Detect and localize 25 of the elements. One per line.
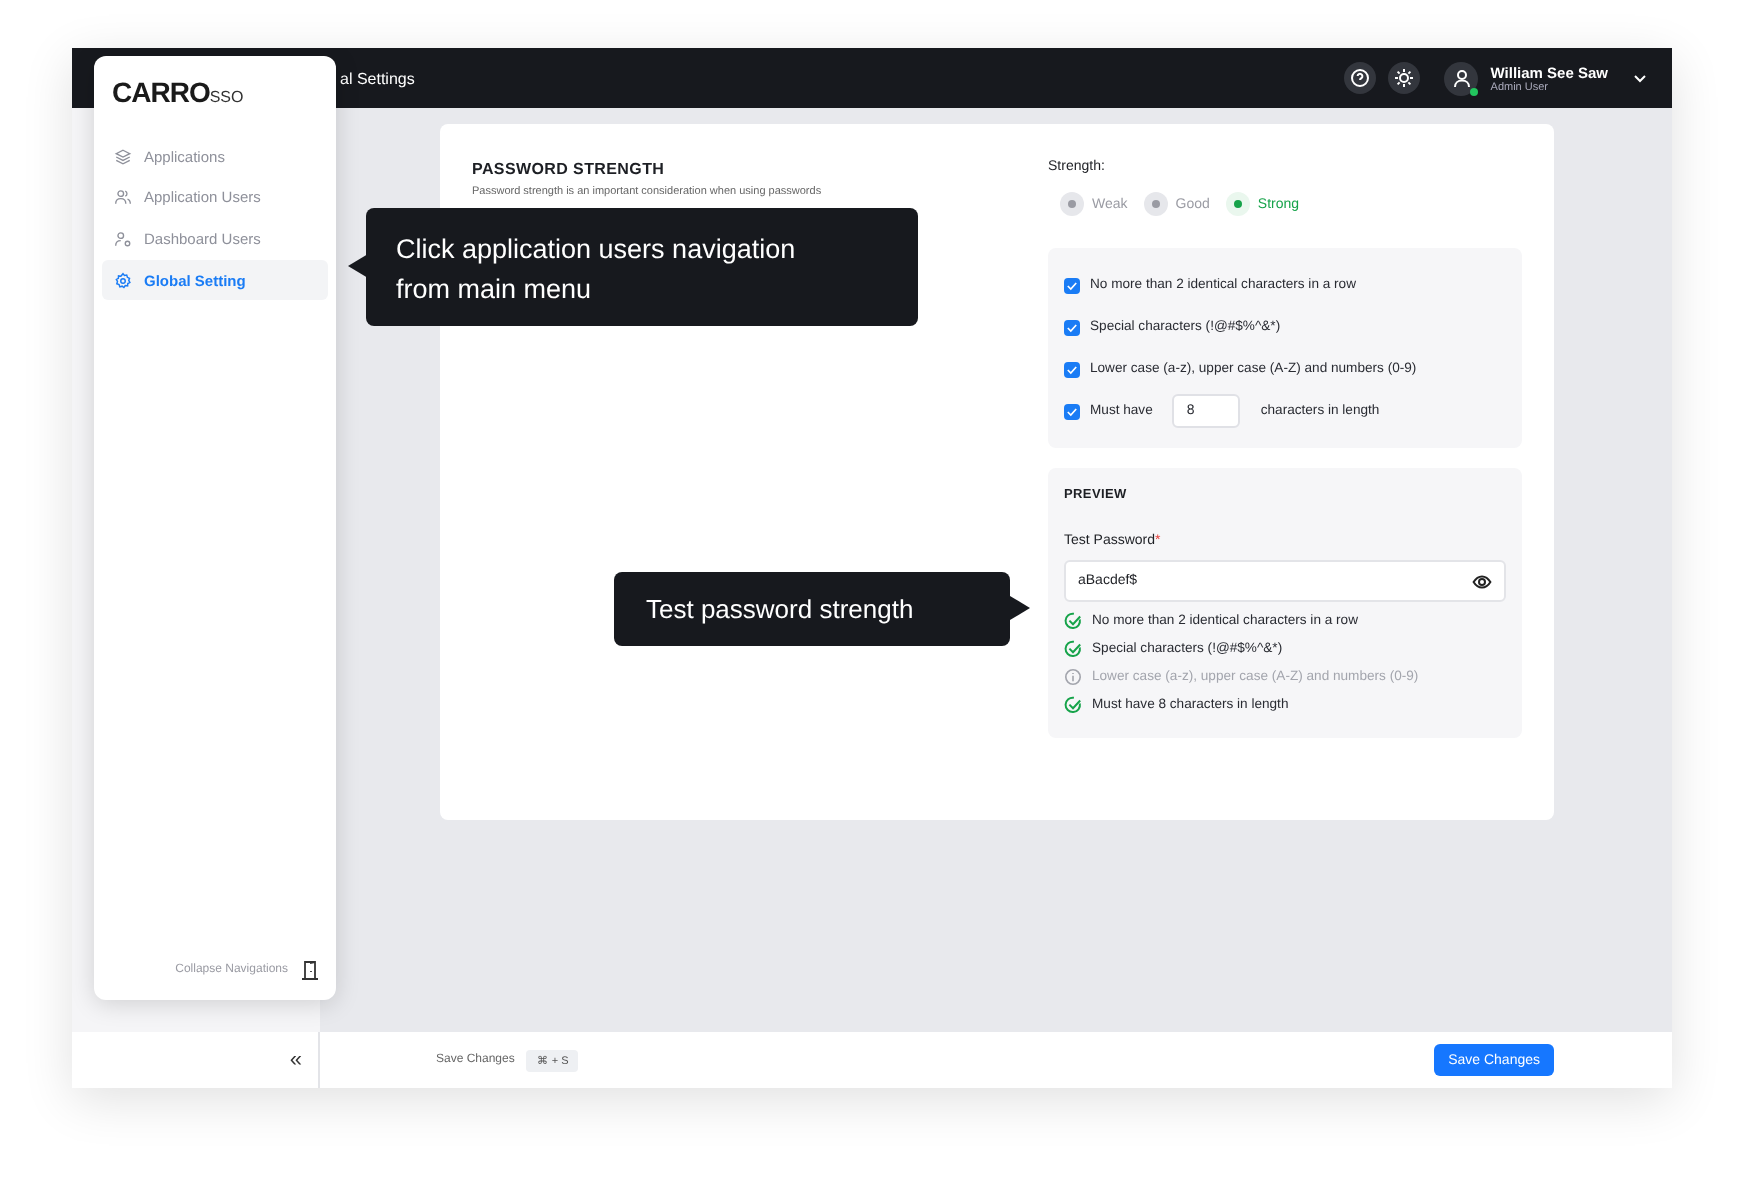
layers-icon (114, 147, 132, 165)
breadcrumb: al Settings (340, 69, 417, 87)
users-icon (114, 188, 132, 207)
eye-icon[interactable] (1472, 571, 1492, 591)
tooltip: Click application users navigation from main menu (366, 208, 918, 326)
help-button[interactable] (1344, 62, 1377, 94)
settings-icon (114, 271, 132, 290)
tooltip-pointer (348, 254, 368, 278)
checkbox[interactable] (1064, 403, 1080, 419)
avatar[interactable] (1444, 61, 1479, 95)
tooltip-pointer (1010, 596, 1030, 620)
logo: CARROSSO (112, 76, 246, 108)
user-icon (1451, 68, 1472, 88)
theme-button[interactable] (1388, 62, 1421, 94)
user-icon (114, 229, 132, 248)
door-icon[interactable] (300, 960, 320, 980)
checkbox[interactable] (1064, 277, 1080, 293)
tooltip: Test password strength (614, 572, 1010, 646)
checkbox[interactable] (1064, 319, 1080, 335)
checkbox[interactable] (1064, 361, 1080, 377)
help-icon (1350, 68, 1371, 88)
collapse-button[interactable]: « (289, 1048, 302, 1072)
chevron-down-icon[interactable] (1632, 70, 1648, 86)
sun-icon (1394, 68, 1415, 88)
section-title: PASSWORD STRENGTH (472, 160, 667, 178)
